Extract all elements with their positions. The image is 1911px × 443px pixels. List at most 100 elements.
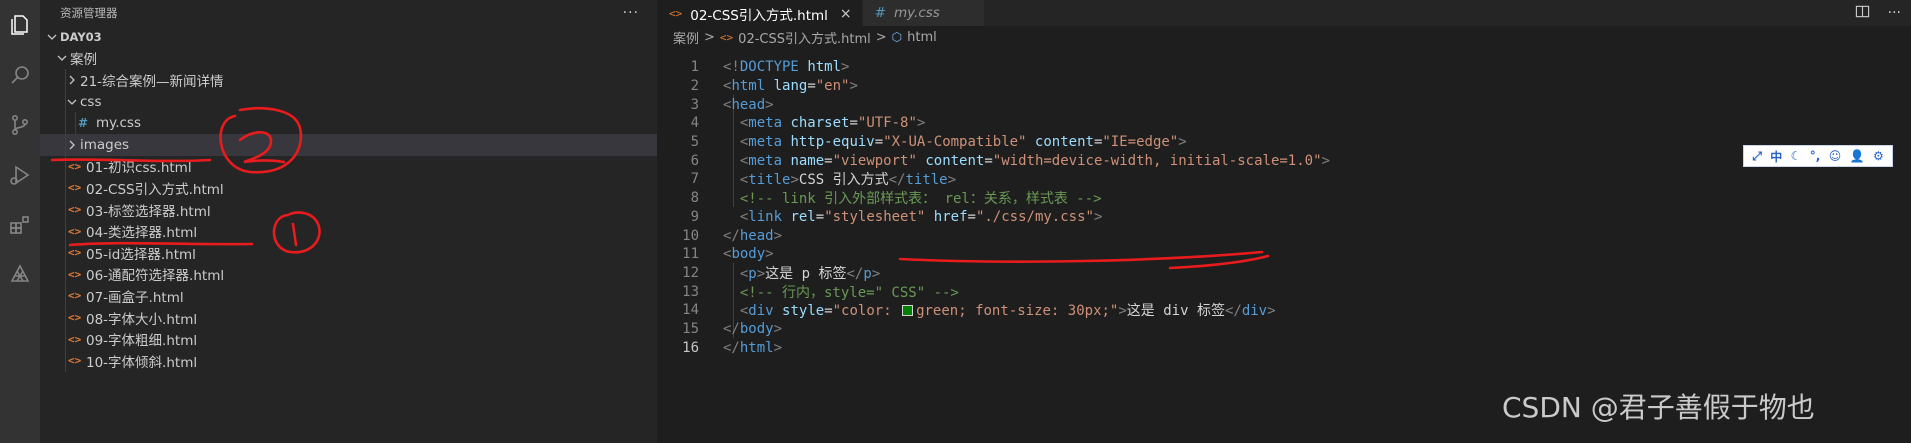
ime-button[interactable]: ⚙ — [1873, 149, 1884, 163]
tree-folder[interactable]: 21-综合案例—新闻详情 — [40, 69, 657, 91]
code-text: <head> — [723, 96, 774, 113]
code-line[interactable]: 7 <title>CSS 引入方式</title> — [657, 170, 1911, 189]
tree-file[interactable]: <> 09-字体粗细.html — [40, 328, 657, 350]
tree-file[interactable]: <> 01-初识css.html — [40, 155, 657, 178]
run-debug-icon[interactable] — [0, 150, 40, 200]
indent-guide — [65, 198, 66, 221]
tree-item-label: my.css — [96, 115, 141, 132]
tree-file[interactable]: <> 03-标签选择器.html — [40, 198, 657, 221]
tree-file[interactable]: <> 10-字体倾斜.html — [40, 349, 657, 372]
explorer-sidebar: 资源管理器 ··· DAY03 案例 21-综合案例—新闻详情 css # my.css… — [40, 0, 657, 443]
code-editor[interactable]: 1 <!DOCTYPE html> 2 <html lang="en"> 3 <head>… — [657, 58, 1911, 357]
tab-label: my.css — [893, 5, 940, 21]
code-line[interactable]: 12 <p>这是 p 标签</p> — [657, 264, 1911, 283]
more-actions-icon[interactable]: ··· — [1888, 5, 1901, 21]
tree-file[interactable]: # my.css — [40, 112, 657, 134]
code-line[interactable]: 8 <!-- link 引入外部样式表： rel：关系，样式表 --> — [657, 189, 1911, 208]
indent-guide — [65, 306, 66, 329]
code-line[interactable]: 9 <link rel="stylesheet" href="./css/my.… — [657, 208, 1911, 227]
tree-file[interactable]: <> 07-画盒子.html — [40, 285, 657, 307]
ime-button[interactable]: 中 — [1770, 148, 1782, 165]
breadcrumb-item[interactable]: html — [907, 30, 937, 45]
more-actions-button[interactable]: ··· — [623, 5, 639, 21]
source-control-icon[interactable] — [0, 100, 40, 150]
tree-item-label: 09-字体粗细.html — [86, 333, 198, 350]
code-line[interactable]: 13 <!-- 行内，style=" CSS" --> — [657, 282, 1911, 301]
tree-file[interactable]: <> 05-id选择器.html — [40, 241, 657, 264]
indent-guide — [65, 263, 66, 286]
tab-my-css[interactable]: # my.css — [862, 0, 985, 26]
tree-item-label: images — [80, 136, 130, 153]
line-number: 5 — [690, 134, 699, 151]
ime-button[interactable]: ☺ — [1829, 149, 1842, 163]
code-line[interactable]: 1 <!DOCTYPE html> — [657, 58, 1911, 77]
code-text: <!DOCTYPE html> — [723, 59, 850, 76]
tree-file[interactable]: <> 04-类选择器.html — [40, 220, 657, 242]
ime-button[interactable]: ☾ — [1791, 149, 1802, 163]
line-number: 11 — [682, 246, 699, 263]
tree-item-label: 08-字体大小.html — [86, 311, 198, 328]
code-text: <div style="color: green; font-size: 30p… — [739, 303, 1276, 320]
tree-file[interactable]: <> 02-CSS引入方式.html — [40, 177, 657, 199]
remote-explorer-icon[interactable] — [0, 250, 40, 300]
code-line[interactable]: 3 <head> — [657, 95, 1911, 114]
code-line[interactable]: 14 <div style="color: green; font-size: … — [657, 301, 1911, 320]
code-line[interactable]: 4 <meta charset="UTF-8"> — [657, 114, 1911, 133]
editor-actions: ··· — [1855, 0, 1901, 26]
breadcrumb-item[interactable]: 02-CSS引入方式.html — [738, 28, 871, 47]
tree-root-label: DAY03 — [60, 29, 102, 44]
line-number: 6 — [690, 152, 699, 169]
code-line[interactable]: 10 </head> — [657, 226, 1911, 245]
chevron-right-icon — [64, 74, 80, 86]
explorer-title: 资源管理器 — [60, 6, 118, 20]
code-line[interactable]: 16 </html> — [657, 338, 1911, 357]
code-text: <!-- 行内，style=" CSS" --> — [739, 284, 959, 301]
line-number: 2 — [690, 78, 699, 95]
line-number: 8 — [690, 190, 699, 207]
tree-root-day03[interactable]: DAY03 — [40, 26, 657, 48]
line-number: 14 — [682, 302, 699, 319]
tree-folder[interactable]: images — [40, 133, 657, 156]
breadcrumb-item[interactable]: 案例 — [673, 28, 699, 47]
tree-item-label: 案例 — [70, 52, 97, 69]
explorer-icon[interactable] — [0, 0, 40, 50]
tree-item-label: 21-综合案例—新闻详情 — [80, 73, 224, 90]
extensions-icon[interactable] — [0, 200, 40, 250]
search-icon[interactable] — [0, 50, 40, 100]
indent-guide — [65, 241, 66, 264]
ime-button[interactable]: ⤢ — [1752, 149, 1762, 164]
html-file-icon: <> — [669, 7, 683, 20]
indent-guide — [65, 285, 66, 307]
symbol-element-icon: ⬡ — [891, 30, 903, 44]
indent-guide — [65, 220, 66, 242]
color-swatch[interactable] — [902, 305, 914, 317]
tree-item-label: 05-id选择器.html — [86, 246, 196, 263]
ime-toolbar[interactable]: ⤢ 中 ☾ °, ☺ 👤 ⚙ — [1743, 145, 1893, 167]
html-file-icon: <> — [68, 159, 82, 173]
activity-bar — [0, 0, 40, 443]
code-line[interactable]: 2 <html lang="en"> — [657, 77, 1911, 96]
split-editor-icon[interactable] — [1855, 4, 1870, 23]
code-text: <meta charset="UTF-8"> — [739, 115, 926, 132]
tree-file[interactable]: <> 08-字体大小.html — [40, 306, 657, 329]
watermark: CSDN @君子善假于物也 — [1502, 391, 1815, 424]
tree-folder[interactable]: css — [40, 90, 657, 113]
code-line[interactable]: 15 </body> — [657, 320, 1911, 339]
code-line[interactable]: 11 <body> — [657, 245, 1911, 264]
tree-folder[interactable]: 案例 — [40, 48, 657, 70]
code-line[interactable]: 5 <meta http-equiv="X-UA-Compatible" con… — [657, 133, 1911, 152]
ime-button[interactable]: 👤 — [1850, 149, 1865, 163]
indent-guide — [65, 90, 66, 113]
line-number: 13 — [682, 283, 699, 300]
code-text: </head> — [723, 227, 783, 244]
ime-button[interactable]: °, — [1810, 149, 1821, 163]
tree-file[interactable]: <> 06-通配符选择器.html — [40, 263, 657, 286]
code-line[interactable]: 6 <meta name="viewport" content="width=d… — [657, 151, 1911, 170]
close-icon[interactable]: × — [840, 6, 852, 22]
tab-02-css-html[interactable]: <> 02-CSS引入方式.html × — [657, 0, 863, 26]
tree-item-label: 01-初识css.html — [86, 160, 192, 177]
code-text: <title>CSS 引入方式</title> — [739, 172, 957, 189]
explorer-header: 资源管理器 ··· — [40, 0, 657, 26]
html-file-icon: <> — [68, 246, 82, 260]
html-file-icon: <> — [719, 30, 734, 44]
